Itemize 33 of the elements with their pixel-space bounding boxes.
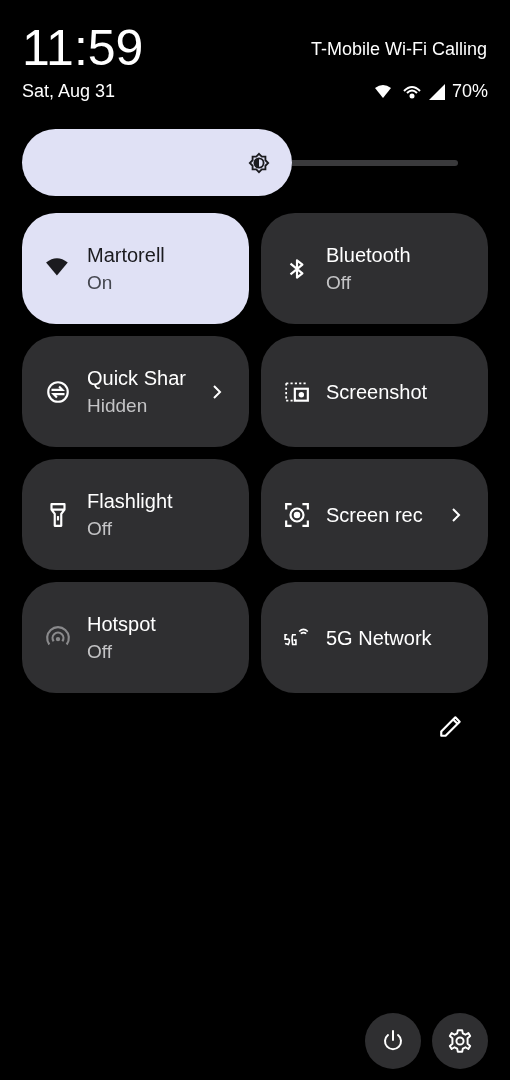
quick-settings-tile[interactable]: Screenshot xyxy=(261,336,488,447)
tile-status: Hidden xyxy=(87,393,149,418)
quick-settings-tile[interactable]: Screen rec xyxy=(261,459,488,570)
quick-settings-tile[interactable]: Martorell On xyxy=(22,213,249,324)
brightness-icon xyxy=(248,151,271,174)
tile-title: Screenshot xyxy=(326,379,429,405)
quick-settings-tile[interactable]: Quick Shar Hidden xyxy=(22,336,249,447)
tile-title: Hotspot xyxy=(87,611,157,637)
hotspot-icon xyxy=(401,83,422,100)
date: Sat, Aug 31 xyxy=(22,80,116,103)
carrier-label: T-Mobile Wi-Fi Calling xyxy=(310,38,487,61)
quick-settings-tile[interactable]: Bluetooth Off xyxy=(261,213,488,324)
settings-icon xyxy=(447,1028,473,1054)
signal-icon xyxy=(427,82,446,101)
tile-title: Martorell xyxy=(87,242,166,268)
quick-settings-tile[interactable]: Flashlight Off xyxy=(22,459,249,570)
clock: 11:59 xyxy=(22,20,144,76)
quick-settings-tile[interactable]: 5G Network xyxy=(261,582,488,693)
battery-percent: 70% xyxy=(451,80,488,103)
tile-status: Off xyxy=(87,516,113,541)
edit-icon[interactable] xyxy=(438,713,464,739)
settings-button[interactable] xyxy=(432,1013,488,1069)
tile-status: Off xyxy=(87,639,113,664)
power-icon xyxy=(381,1029,405,1053)
brightness-slider[interactable] xyxy=(22,129,458,196)
tile-title: Quick Shar xyxy=(87,365,187,391)
tile-title: 5G Network xyxy=(326,625,433,651)
tile-status: On xyxy=(87,270,114,295)
power-button[interactable] xyxy=(365,1013,421,1069)
tile-title: Flashlight xyxy=(87,488,174,514)
tile-title: Screen rec xyxy=(326,502,424,528)
tile-title: Bluetooth xyxy=(326,242,412,268)
tile-status: Off xyxy=(326,270,352,295)
